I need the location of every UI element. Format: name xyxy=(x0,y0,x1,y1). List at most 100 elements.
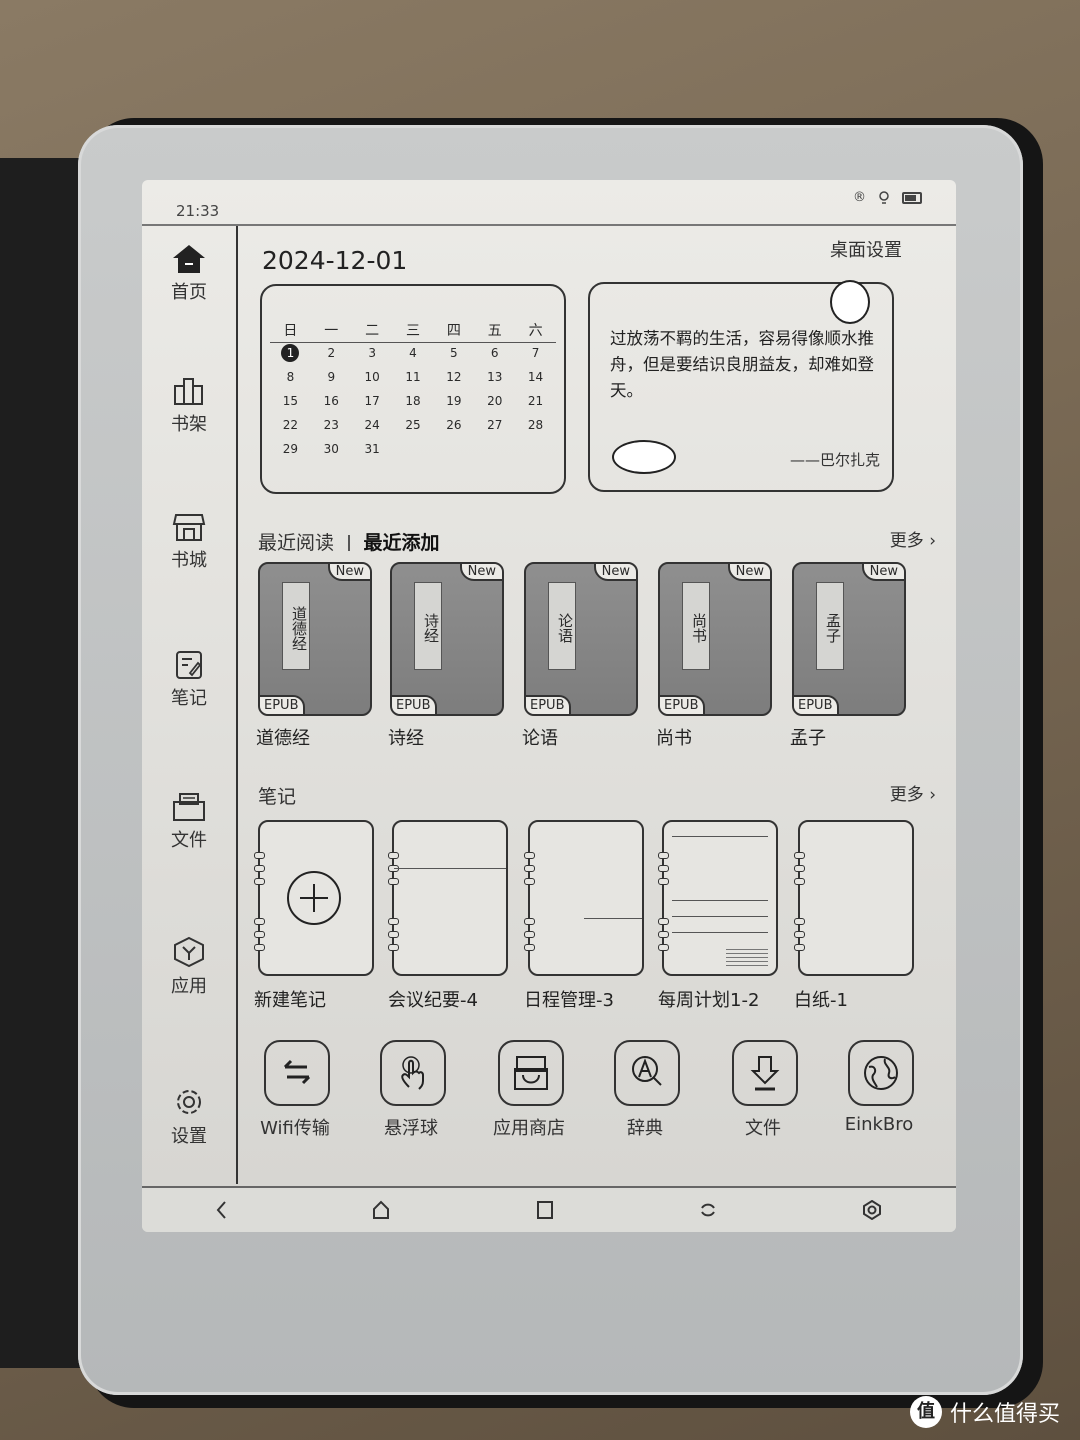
note-thumbnail[interactable] xyxy=(794,820,914,976)
calendar-day[interactable]: 13 xyxy=(474,368,515,386)
cover-title: 论语 xyxy=(548,582,576,670)
binder-rings xyxy=(658,918,669,957)
weekday-label: 四 xyxy=(446,323,461,339)
note-icon xyxy=(176,651,202,679)
sidebar-item-apps[interactable]: 应用 xyxy=(142,936,236,998)
calendar-day[interactable]: 15 xyxy=(270,392,311,410)
new-badge: New xyxy=(593,564,636,581)
new-badge: New xyxy=(861,564,904,581)
calendar-day[interactable]: 24 xyxy=(352,416,393,434)
note-title[interactable]: 日程管理-3 xyxy=(524,986,614,1012)
app-label: 应用商店 xyxy=(493,1118,565,1139)
app-tile[interactable] xyxy=(732,1040,798,1106)
calendar-day[interactable]: 19 xyxy=(433,392,474,410)
note-thumbnail[interactable] xyxy=(254,820,374,976)
tab-recent-read[interactable]: 最近阅读 xyxy=(258,532,334,554)
sidebar-item-home[interactable]: 首页 xyxy=(142,244,236,304)
wifi-transfer-icon xyxy=(283,1059,311,1085)
calendar-day[interactable]: 31 xyxy=(352,440,393,458)
calendar-days: 1 2 3 4 5 6 7 8 9 10 11 12 13 14 15 16 17 18 19 20 21 22 23 24 2… xyxy=(270,344,556,458)
calendar-day[interactable]: 28 xyxy=(515,416,556,434)
app-store-icon xyxy=(514,1056,548,1090)
calendar-day[interactable]: 30 xyxy=(311,440,352,458)
book-title[interactable]: 孟子 xyxy=(790,724,826,750)
calendar-day[interactable]: 10 xyxy=(352,368,393,386)
book-title[interactable]: 道德经 xyxy=(256,724,310,750)
calendar-day[interactable]: 16 xyxy=(311,392,352,410)
recents-icon[interactable] xyxy=(536,1200,554,1220)
calendar-day[interactable]: 4 xyxy=(393,344,434,362)
calendar-day[interactable]: 17 xyxy=(352,392,393,410)
sidebar: 首页 书架 书城 笔记 文件 应用 设置 xyxy=(142,226,238,1184)
sidebar-item-bookshelf[interactable]: 书架 xyxy=(142,376,236,436)
calendar-day[interactable]: 22 xyxy=(270,416,311,434)
book-title[interactable]: 论语 xyxy=(522,724,558,750)
app-tile[interactable] xyxy=(264,1040,330,1106)
notes-more-link[interactable]: 更多 › xyxy=(890,780,936,805)
sidebar-item-store[interactable]: 书城 xyxy=(142,512,236,572)
date-label: 2024-12-01 xyxy=(262,246,408,275)
book-cover[interactable]: 孟子 New EPUB xyxy=(792,562,906,716)
note-thumbnail[interactable] xyxy=(388,820,508,976)
book-cover[interactable]: 尚书 New EPUB xyxy=(658,562,772,716)
app-tile[interactable] xyxy=(380,1040,446,1106)
calendar-day[interactable]: 7 xyxy=(515,344,556,362)
binder-rings xyxy=(524,918,535,957)
note-title[interactable]: 每周计划1-2 xyxy=(658,986,759,1012)
back-icon[interactable] xyxy=(214,1200,228,1220)
calendar-day[interactable]: 29 xyxy=(270,440,311,458)
calendar-day[interactable]: 5 xyxy=(433,344,474,362)
note-thumbnail[interactable] xyxy=(524,820,644,976)
calendar-day[interactable]: 6 xyxy=(474,344,515,362)
calendar-day[interactable]: 8 xyxy=(270,368,311,386)
books-tabs: 最近阅读 最近添加 xyxy=(258,528,440,555)
note-title[interactable]: 白纸-1 xyxy=(794,986,848,1012)
home-main: 2024-12-01 桌面设置 日一二三四五六 1 2 3 4 5 6 7 8 9 10 11 12 1… xyxy=(238,226,956,1184)
binder-rings xyxy=(524,852,535,891)
calendar-widget[interactable]: 日一二三四五六 1 2 3 4 5 6 7 8 9 10 11 12 13 14 15 16 17 18 19 20 2… xyxy=(260,284,566,494)
calendar-day[interactable]: 11 xyxy=(393,368,434,386)
note-title[interactable]: 新建笔记 xyxy=(254,986,326,1012)
calendar-day[interactable]: 25 xyxy=(393,416,434,434)
calendar-day[interactable]: 27 xyxy=(474,416,515,434)
calendar-day[interactable]: 23 xyxy=(311,416,352,434)
sidebar-item-notes[interactable]: 笔记 xyxy=(142,650,236,710)
app-tile[interactable] xyxy=(498,1040,564,1106)
sidebar-item-settings[interactable]: 设置 xyxy=(142,1086,236,1148)
book-cover[interactable]: 论语 New EPUB xyxy=(524,562,638,716)
calendar-day[interactable]: 12 xyxy=(433,368,474,386)
calendar-day[interactable]: 20 xyxy=(474,392,515,410)
note-title[interactable]: 会议纪要-4 xyxy=(388,986,478,1012)
books-more-link[interactable]: 更多 › xyxy=(890,526,936,551)
calendar-day[interactable]: 2 xyxy=(311,344,352,362)
book-cover[interactable]: 道德经 New EPUB xyxy=(258,562,372,716)
tab-recent-added[interactable]: 最近添加 xyxy=(364,532,440,554)
book-title[interactable]: 尚书 xyxy=(656,724,692,750)
gear-icon xyxy=(177,1090,201,1114)
touch-icon xyxy=(401,1056,424,1090)
refresh-icon[interactable] xyxy=(698,1200,718,1220)
eink-mode-icon[interactable] xyxy=(862,1200,882,1220)
new-badge: New xyxy=(727,564,770,581)
app-label: Wifi传输 xyxy=(260,1118,330,1139)
calendar-day[interactable]: 9 xyxy=(311,368,352,386)
watermark: 值 什么值得买 xyxy=(910,1396,1060,1428)
app-tile[interactable] xyxy=(614,1040,680,1106)
book-cover[interactable]: 诗经 New EPUB xyxy=(390,562,504,716)
note-thumbnail[interactable] xyxy=(658,820,778,976)
calendar-day[interactable]: 14 xyxy=(515,368,556,386)
calendar-day[interactable]: 1 xyxy=(270,344,311,362)
today-marker: 1 xyxy=(281,344,300,362)
book-title[interactable]: 诗经 xyxy=(388,724,424,750)
calendar-day[interactable]: 26 xyxy=(433,416,474,434)
binder-rings xyxy=(388,852,399,891)
desktop-settings-link[interactable]: 桌面设置 xyxy=(830,236,902,262)
app-tile[interactable] xyxy=(848,1040,914,1106)
calendar-day[interactable]: 21 xyxy=(515,392,556,410)
calendar-day[interactable]: 18 xyxy=(393,392,434,410)
quote-author: ——巴尔扎克 xyxy=(789,451,880,469)
home-nav-icon[interactable] xyxy=(372,1200,390,1220)
sidebar-item-files[interactable]: 文件 xyxy=(142,792,236,852)
quote-widget[interactable]: 过放荡不羁的生活，容易得像顺水推舟，但是要结识良朋益友，却难如登天。 ——巴尔扎… xyxy=(588,280,894,492)
calendar-day[interactable]: 3 xyxy=(352,344,393,362)
